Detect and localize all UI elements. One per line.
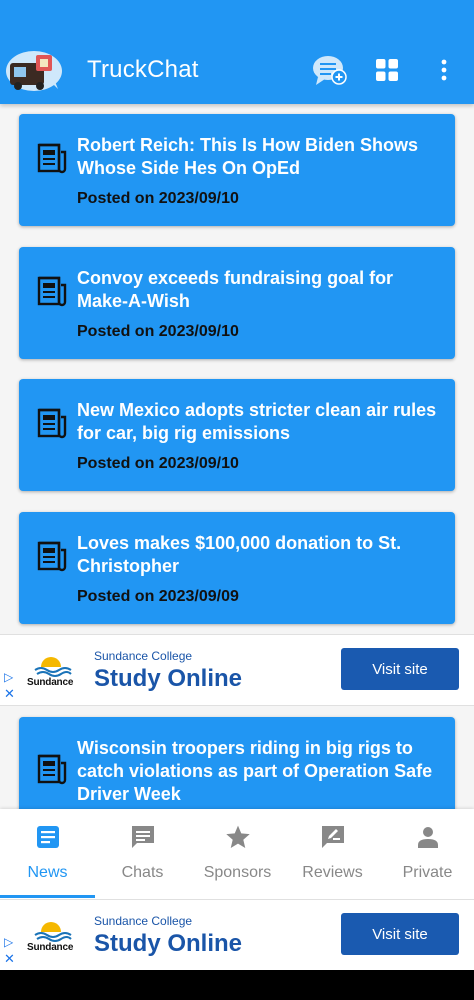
active-tab-indicator xyxy=(0,895,95,898)
ad-choices-icon[interactable]: ▷ xyxy=(4,670,13,684)
newspaper-icon xyxy=(37,753,67,785)
nav-label: Private xyxy=(402,864,453,881)
app-bar: TruckChat xyxy=(0,0,474,104)
sundance-logo xyxy=(27,653,79,695)
more-options-button[interactable] xyxy=(432,52,456,88)
nav-reviews[interactable]: Reviews xyxy=(285,809,380,899)
ad-close-icon[interactable]: ✕ xyxy=(4,951,15,967)
nav-sponsors[interactable]: Sponsors xyxy=(190,809,285,899)
news-feed[interactable]: Robert Reich: This Is How Biden Shows Wh… xyxy=(0,104,474,809)
review-icon xyxy=(320,824,346,850)
newspaper-icon xyxy=(37,275,67,307)
newspaper-icon xyxy=(37,540,67,572)
newspaper-icon xyxy=(37,142,67,174)
ad-brand: Sundance xyxy=(27,677,74,688)
news-icon xyxy=(35,824,61,850)
nav-label: News xyxy=(27,864,68,881)
news-card[interactable]: Robert Reich: This Is How Biden Shows Wh… xyxy=(19,114,455,226)
news-title: Wisconsin troopers riding in big rigs to… xyxy=(77,738,433,804)
news-date: Posted on 2023/09/10 xyxy=(77,190,239,207)
grid-button[interactable] xyxy=(372,52,402,88)
new-chat-button[interactable] xyxy=(310,52,350,88)
news-card[interactable]: Convoy exceeds fundraising goal for Make… xyxy=(19,247,455,359)
news-card[interactable]: Loves makes $100,000 donation to St. Chr… xyxy=(19,512,455,624)
person-icon xyxy=(415,824,441,850)
ad-banner[interactable]: ▷ ✕ Sundance Sundance College Study Onli… xyxy=(0,634,474,706)
grid-icon xyxy=(376,59,398,81)
news-title: Convoy exceeds fundraising goal for Make… xyxy=(77,268,394,311)
nav-chats[interactable]: Chats xyxy=(95,809,190,899)
news-card[interactable]: New Mexico adopts stricter clean air rul… xyxy=(19,379,455,491)
nav-news[interactable]: News xyxy=(0,809,95,899)
app-logo xyxy=(4,45,64,93)
nav-label: Reviews xyxy=(302,864,363,881)
bottom-navigation: News Chats Sponsors Reviews Private xyxy=(0,809,474,899)
chat-icon xyxy=(130,824,156,850)
star-icon xyxy=(225,824,251,850)
news-date: Posted on 2023/09/10 xyxy=(77,323,239,340)
nav-label: Sponsors xyxy=(203,864,272,881)
system-navigation-bar xyxy=(0,970,474,1000)
news-date: Posted on 2023/09/09 xyxy=(77,588,239,605)
ad-headline: Study Online xyxy=(94,930,243,957)
ad-close-icon[interactable]: ✕ xyxy=(4,686,15,702)
ad-banner-bottom[interactable]: ▷ ✕ Sundance Sundance College Study Onli… xyxy=(0,899,474,971)
nav-private[interactable]: Private xyxy=(380,809,474,899)
more-vert-icon xyxy=(441,59,447,81)
news-title: Loves makes $100,000 donation to St. Chr… xyxy=(77,533,402,576)
nav-label: Chats xyxy=(121,864,164,881)
visit-site-button[interactable]: Visit site xyxy=(341,648,459,690)
ad-brand: Sundance xyxy=(27,942,74,953)
app-title: TruckChat xyxy=(87,56,199,83)
ad-headline: Study Online xyxy=(94,665,243,692)
visit-site-button[interactable]: Visit site xyxy=(341,913,459,955)
sundance-logo xyxy=(27,918,79,960)
news-card[interactable]: Wisconsin troopers riding in big rigs to… xyxy=(19,717,455,809)
ad-sponsor: Sundance College xyxy=(94,914,193,928)
news-title: New Mexico adopts stricter clean air rul… xyxy=(77,400,437,443)
news-date: Posted on 2023/09/10 xyxy=(77,455,239,472)
news-title: Robert Reich: This Is How Biden Shows Wh… xyxy=(77,135,419,178)
chat-bubble-plus-icon xyxy=(313,56,347,85)
newspaper-icon xyxy=(37,407,67,439)
ad-choices-icon[interactable]: ▷ xyxy=(4,935,13,949)
ad-sponsor: Sundance College xyxy=(94,649,193,663)
